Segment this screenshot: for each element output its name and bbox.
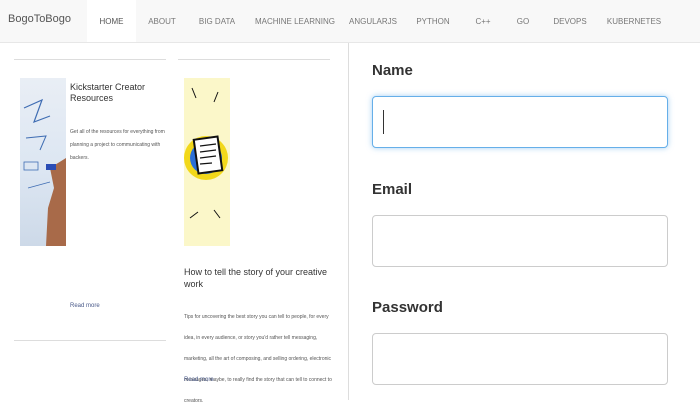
- card-description: Tips for uncovering the best story you c…: [184, 314, 332, 404]
- email-field[interactable]: [372, 215, 668, 267]
- read-more-link[interactable]: Read more: [70, 303, 100, 309]
- password-label: Password: [372, 299, 443, 316]
- panel-divider: [348, 43, 349, 400]
- card-title[interactable]: Kickstarter Creator Resources: [70, 82, 166, 104]
- nav-item-home[interactable]: HOME: [87, 0, 136, 42]
- nav-item-devops[interactable]: DEVOPS: [548, 0, 592, 42]
- nav-item-cpp[interactable]: C++: [465, 0, 501, 42]
- name-field[interactable]: [372, 96, 668, 148]
- nav-item-machine-learning[interactable]: MACHINE LEARNING: [252, 0, 338, 42]
- card-description: Get all of the resources for everything …: [70, 129, 165, 161]
- top-navbar: BogoToBogo HOME ABOUT BIG DATA MACHINE L…: [0, 0, 700, 43]
- whiteboard-image[interactable]: [20, 78, 66, 246]
- nav-item-big-data[interactable]: BIG DATA: [194, 0, 240, 42]
- story-card: How to tell the story of your creative w…: [178, 59, 332, 404]
- password-field[interactable]: [372, 333, 668, 385]
- nav-item-kubernetes[interactable]: KUBERNETES: [603, 0, 665, 42]
- read-more-link[interactable]: Read more: [184, 377, 214, 383]
- resource-card: Kickstarter Creator Resources Get all of…: [14, 59, 166, 341]
- email-label: Email: [372, 181, 413, 198]
- text-caret: [383, 110, 384, 134]
- document-illustration-image[interactable]: [184, 78, 230, 246]
- card-title[interactable]: How to tell the story of your creative w…: [184, 266, 330, 290]
- name-label: Name: [372, 62, 413, 79]
- brand-logo[interactable]: BogoToBogo: [8, 13, 71, 25]
- nav-item-about[interactable]: ABOUT: [140, 0, 184, 42]
- nav-item-python[interactable]: PYTHON: [410, 0, 456, 42]
- nav-item-go[interactable]: GO: [508, 0, 538, 42]
- nav-item-angularjs[interactable]: ANGULARJS: [347, 0, 399, 42]
